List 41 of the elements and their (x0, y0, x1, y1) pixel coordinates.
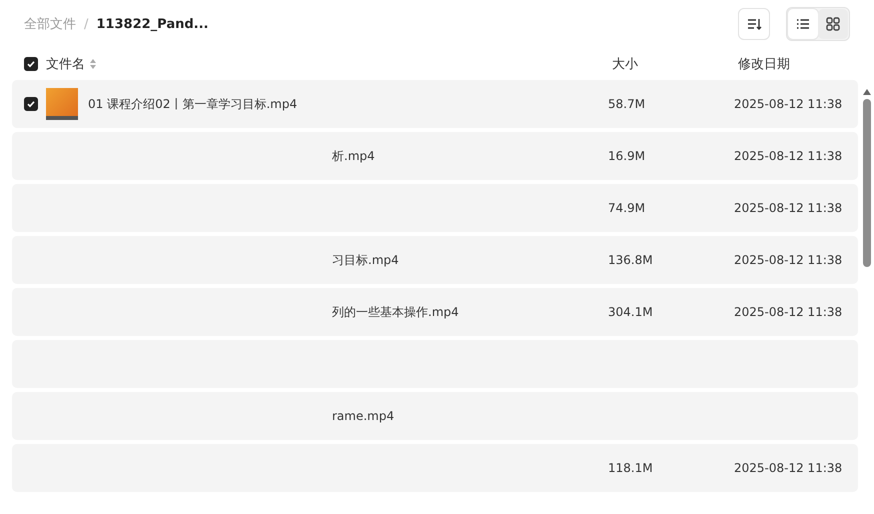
column-header: 修改日期 (738, 56, 790, 73)
scroll-up-icon[interactable] (862, 88, 872, 96)
scrollbar-thumb[interactable] (863, 99, 871, 267)
modified-date: 2025-08-12 11:38 (734, 149, 842, 163)
file-size: 118.1M (608, 461, 653, 475)
list-icon (796, 17, 810, 31)
file-row[interactable]: 74.9M 2025-08-12 11:38 (12, 184, 858, 232)
checkmark-icon (26, 59, 36, 69)
file-row[interactable]: 习目标.mp4 136.8M 2025-08-12 11:38 (12, 236, 858, 284)
sort-button[interactable] (738, 8, 770, 40)
modified-date: 2025-08-12 11:38 (734, 201, 842, 215)
list-view-button[interactable] (788, 9, 818, 39)
column-header: 大小 (612, 56, 638, 73)
modified-date: 2025-08-12 11:38 (734, 253, 842, 267)
column-header[interactable]: 文件名 (46, 55, 85, 73)
modified-date: 2025-08-12 11:38 (734, 305, 842, 319)
breadcrumb-separator: / (84, 16, 88, 32)
sort-icon (746, 16, 762, 32)
file-row[interactable]: 列的一些基本操作.mp4 304.1M 2025-08-12 11:38 (12, 288, 858, 336)
grid-view-button[interactable] (818, 9, 848, 39)
file-row[interactable]: 析.mp4 16.9M 2025-08-12 11:38 (12, 132, 858, 180)
file-name: 习目标.mp4 (332, 252, 399, 268)
file-size: 136.8M (608, 253, 653, 267)
file-size: 74.9M (608, 201, 646, 215)
file-name: rame.mp4 (332, 409, 394, 423)
file-size: 304.1M (608, 305, 653, 319)
row-checkbox[interactable] (24, 97, 38, 111)
modified-date: 2025-08-12 11:38 (734, 97, 842, 111)
file-size: 58.7M (608, 97, 646, 111)
file-name: 01 课程介绍02丨第一章学习目标.mp4 (88, 96, 298, 112)
grid-icon (826, 17, 840, 31)
breadcrumb-item: 113822_Pand... (96, 16, 208, 32)
modified-date: 2025-08-12 11:38 (734, 461, 842, 475)
file-name: 列的一些基本操作.mp4 (332, 304, 459, 320)
select-all-checkbox[interactable] (24, 57, 38, 71)
file-size: 16.9M (608, 149, 646, 163)
file-name: 析.mp4 (332, 148, 375, 164)
file-row[interactable]: 01 课程介绍02丨第一章学习目标.mp4 58.7M 2025-08-12 11:38 (12, 80, 858, 128)
file-row[interactable]: rame.mp4 (12, 392, 858, 440)
file-row[interactable]: 118.1M 2025-08-12 11:38 (12, 444, 858, 492)
checkmark-icon (26, 99, 36, 109)
